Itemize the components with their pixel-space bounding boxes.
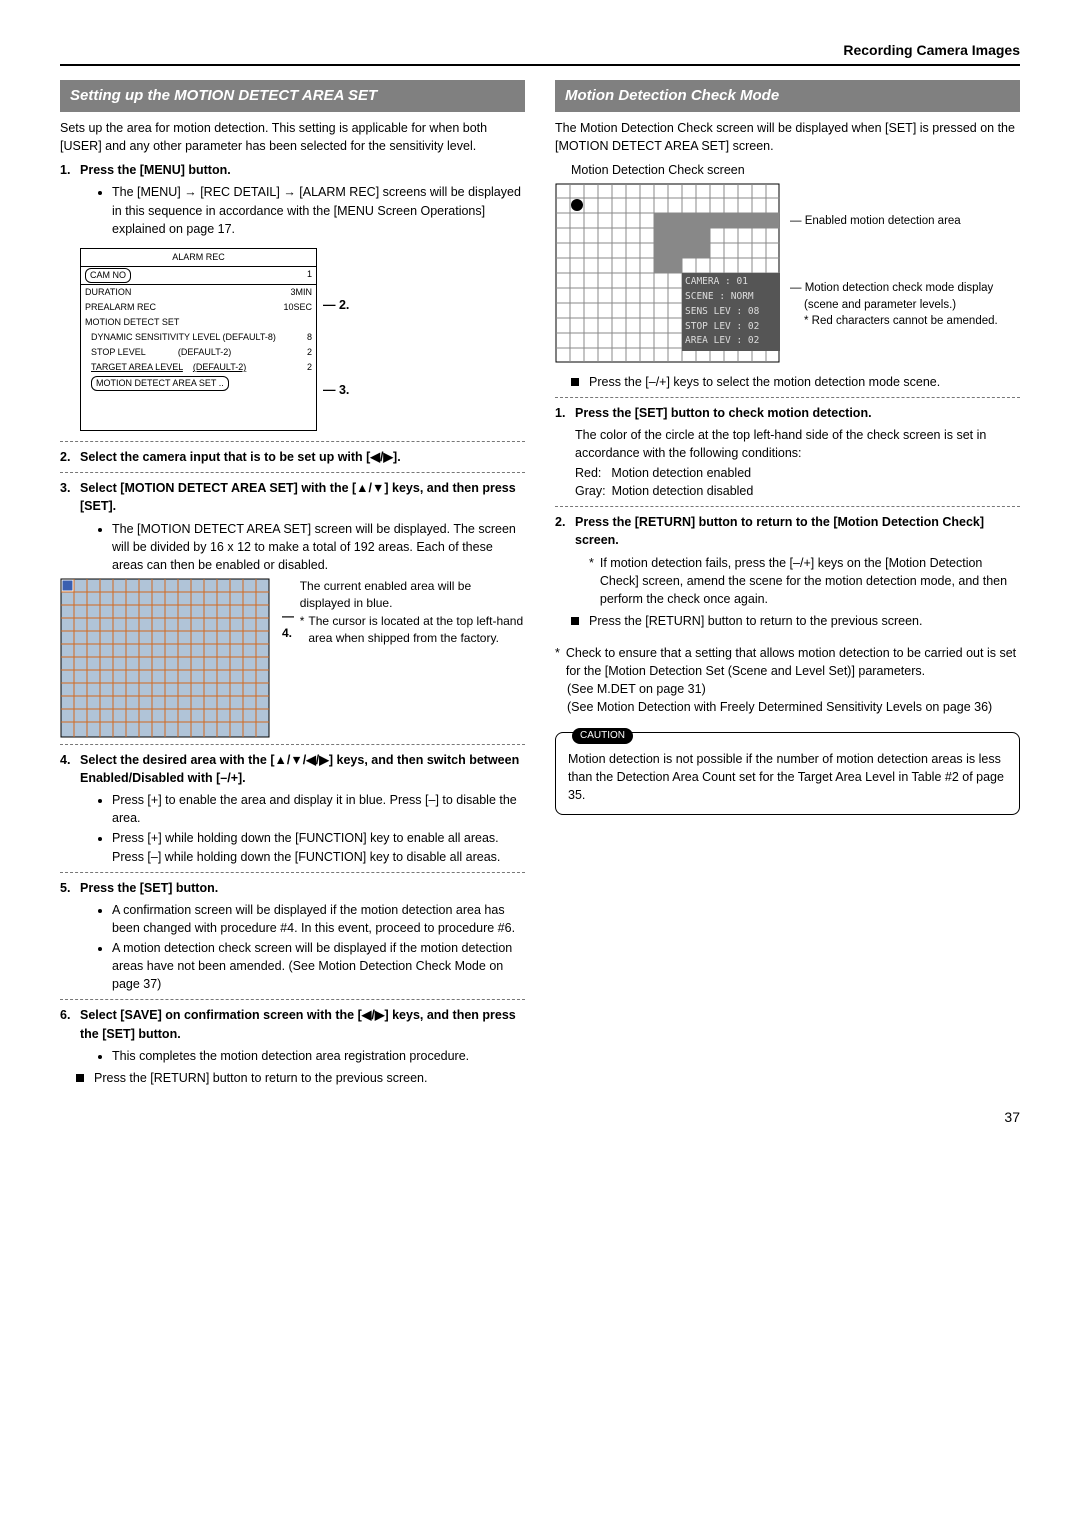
duration-val: 3MIN: [290, 286, 312, 299]
right-note2-star: *Check to ensure that a setting that all…: [555, 644, 1020, 680]
alarm-rec-box: ALARM REC CAM NO 1 DURATION 3MIN PREALARM …: [80, 248, 317, 431]
right-intro: The Motion Detection Check screen will b…: [555, 119, 1020, 155]
step-4: Select the desired area with the [▲/▼/◀/…: [60, 751, 525, 866]
red-label: Red:: [575, 464, 601, 482]
tgt-val: 2: [307, 361, 312, 374]
tgt-label: TARGET AREA LEVEL: [91, 362, 183, 372]
section-header: Recording Camera Images: [60, 40, 1020, 66]
r-step-1: Press the [SET] button to check motion d…: [555, 404, 1020, 501]
step-2-title: Select the camera input that is to be se…: [80, 450, 401, 464]
area-grid-image: [60, 578, 270, 738]
page-number: 37: [60, 1107, 1020, 1127]
areaset-label: MOTION DETECT AREA SET ..: [91, 376, 229, 391]
right-sq2: Press the [RETURN] button to return to t…: [555, 612, 1020, 630]
left-column: Setting up the MOTION DETECT AREA SET Se…: [60, 80, 525, 1087]
left-section-title: Setting up the MOTION DETECT AREA SET: [60, 80, 525, 112]
mds-label: MOTION DETECT SET: [85, 316, 179, 329]
r-step-1-title: Press the [SET] button to check motion d…: [575, 406, 872, 420]
mdc-caption: Motion Detection Check screen: [571, 161, 1020, 179]
stoplvl-label: STOP LEVEL: [91, 347, 145, 357]
annot-2: — Motion detection check mode display: [790, 280, 998, 297]
step-6-b1: This completes the motion detection area…: [112, 1047, 525, 1065]
area-grid-row: — 4. The current enabled area will be di…: [60, 578, 525, 738]
step-2: Select the camera input that is to be se…: [60, 448, 525, 466]
step-4-title: Select the desired area with the [▲/▼/◀/…: [80, 753, 519, 785]
step-1-bullet: The [MENU] → [REC DETAIL] → [ALARM REC] …: [112, 183, 525, 237]
mdc-annotations: — Enabled motion detection area — Motion…: [790, 183, 998, 330]
dyn-val: 8: [307, 331, 312, 344]
prealarm-val: 10SEC: [283, 301, 312, 314]
duration-label: DURATION: [85, 286, 131, 299]
step-5-title: Press the [SET] button.: [80, 881, 218, 895]
two-column-layout: Setting up the MOTION DETECT AREA SET Se…: [60, 80, 1020, 1087]
caution-box: CAUTION Motion detection is not possible…: [555, 732, 1020, 816]
red-val: Motion detection enabled: [611, 464, 751, 482]
annot-1: — Enabled motion detection area: [790, 213, 998, 230]
step-5-b1: A confirmation screen will be displayed …: [112, 901, 525, 937]
r-step-2: Press the [RETURN] button to return to t…: [555, 513, 1020, 608]
mdc-osd: CAMERA : 01 SCENE : NORM SENS LEV : 08 S…: [685, 275, 759, 349]
prealarm-label: PREALARM REC: [85, 301, 156, 314]
step-3: Select [MOTION DETECT AREA SET] with the…: [60, 479, 525, 574]
camno-label: CAM NO: [85, 268, 131, 283]
grid-note-text: The current enabled area will be display…: [300, 578, 525, 613]
annot-4: * Red characters cannot be amended.: [790, 313, 998, 330]
step-5: Press the [SET] button. A confirmation s…: [60, 879, 525, 994]
stoplvl-val: 2: [307, 346, 312, 359]
caution-tag: CAUTION: [572, 728, 633, 745]
step-3-title: Select [MOTION DETECT AREA SET] with the…: [80, 481, 516, 513]
step-5-b2: A motion detection check screen will be …: [112, 939, 525, 993]
right-see1: (See M.DET on page 31): [555, 680, 1020, 698]
left-final-note: Press the [RETURN] button to return to t…: [60, 1069, 525, 1087]
marker-3: — 3.: [323, 381, 349, 399]
gray-val: Motion detection disabled: [612, 482, 754, 500]
alarm-title: ALARM REC: [81, 249, 316, 267]
right-see2: (See Motion Detection with Freely Determ…: [555, 698, 1020, 716]
alarm-markers: — 2. — 3.: [323, 278, 349, 398]
r-step-2-title: Press the [RETURN] button to return to t…: [575, 515, 984, 547]
caution-body: Motion detection is not possible if the …: [568, 750, 1007, 804]
camno-val: 1: [307, 268, 312, 283]
right-column: Motion Detection Check Mode The Motion D…: [555, 80, 1020, 1087]
tgt-def: (DEFAULT-2): [193, 362, 246, 372]
step-6-title: Select [SAVE] on confirmation screen wit…: [80, 1008, 516, 1040]
stoplvl-def: (DEFAULT-2): [178, 347, 231, 357]
alarm-rec-figure: ALARM REC CAM NO 1 DURATION 3MIN PREALARM …: [80, 242, 525, 435]
gray-label: Gray:: [575, 482, 606, 500]
mdc-figure: CAMERA : 01 SCENE : NORM SENS LEV : 08 S…: [555, 183, 1020, 368]
dyn-label: DYNAMIC SENSITIVITY LEVEL (DEFAULT-8): [91, 331, 276, 344]
step-4-b1: Press [+] to enable the area and display…: [112, 791, 525, 827]
r-step-2-star: If motion detection fails, press the [–/…: [600, 554, 1020, 608]
grid-note-star: The cursor is located at the top left-ha…: [308, 613, 525, 648]
left-intro: Sets up the area for motion detection. T…: [60, 119, 525, 155]
r-step-1-p: The color of the circle at the top left-…: [575, 426, 1020, 462]
step-6: Select [SAVE] on confirmation screen wit…: [60, 1006, 525, 1064]
step-1-title: Press the [MENU] button.: [80, 163, 231, 177]
step-4-b2: Press [+] while holding down the [FUNCTI…: [112, 829, 525, 865]
marker-2: — 2.: [323, 296, 349, 314]
marker-4: — 4.: [282, 608, 296, 643]
annot-3: (scene and parameter levels.): [790, 297, 998, 314]
right-section-title: Motion Detection Check Mode: [555, 80, 1020, 112]
right-sq1: Press the [–/+] keys to select the motio…: [555, 373, 1020, 391]
step-1: Press the [MENU] button. The [MENU] → [R…: [60, 161, 525, 435]
step-3-bullet: The [MOTION DETECT AREA SET] screen will…: [112, 520, 525, 574]
